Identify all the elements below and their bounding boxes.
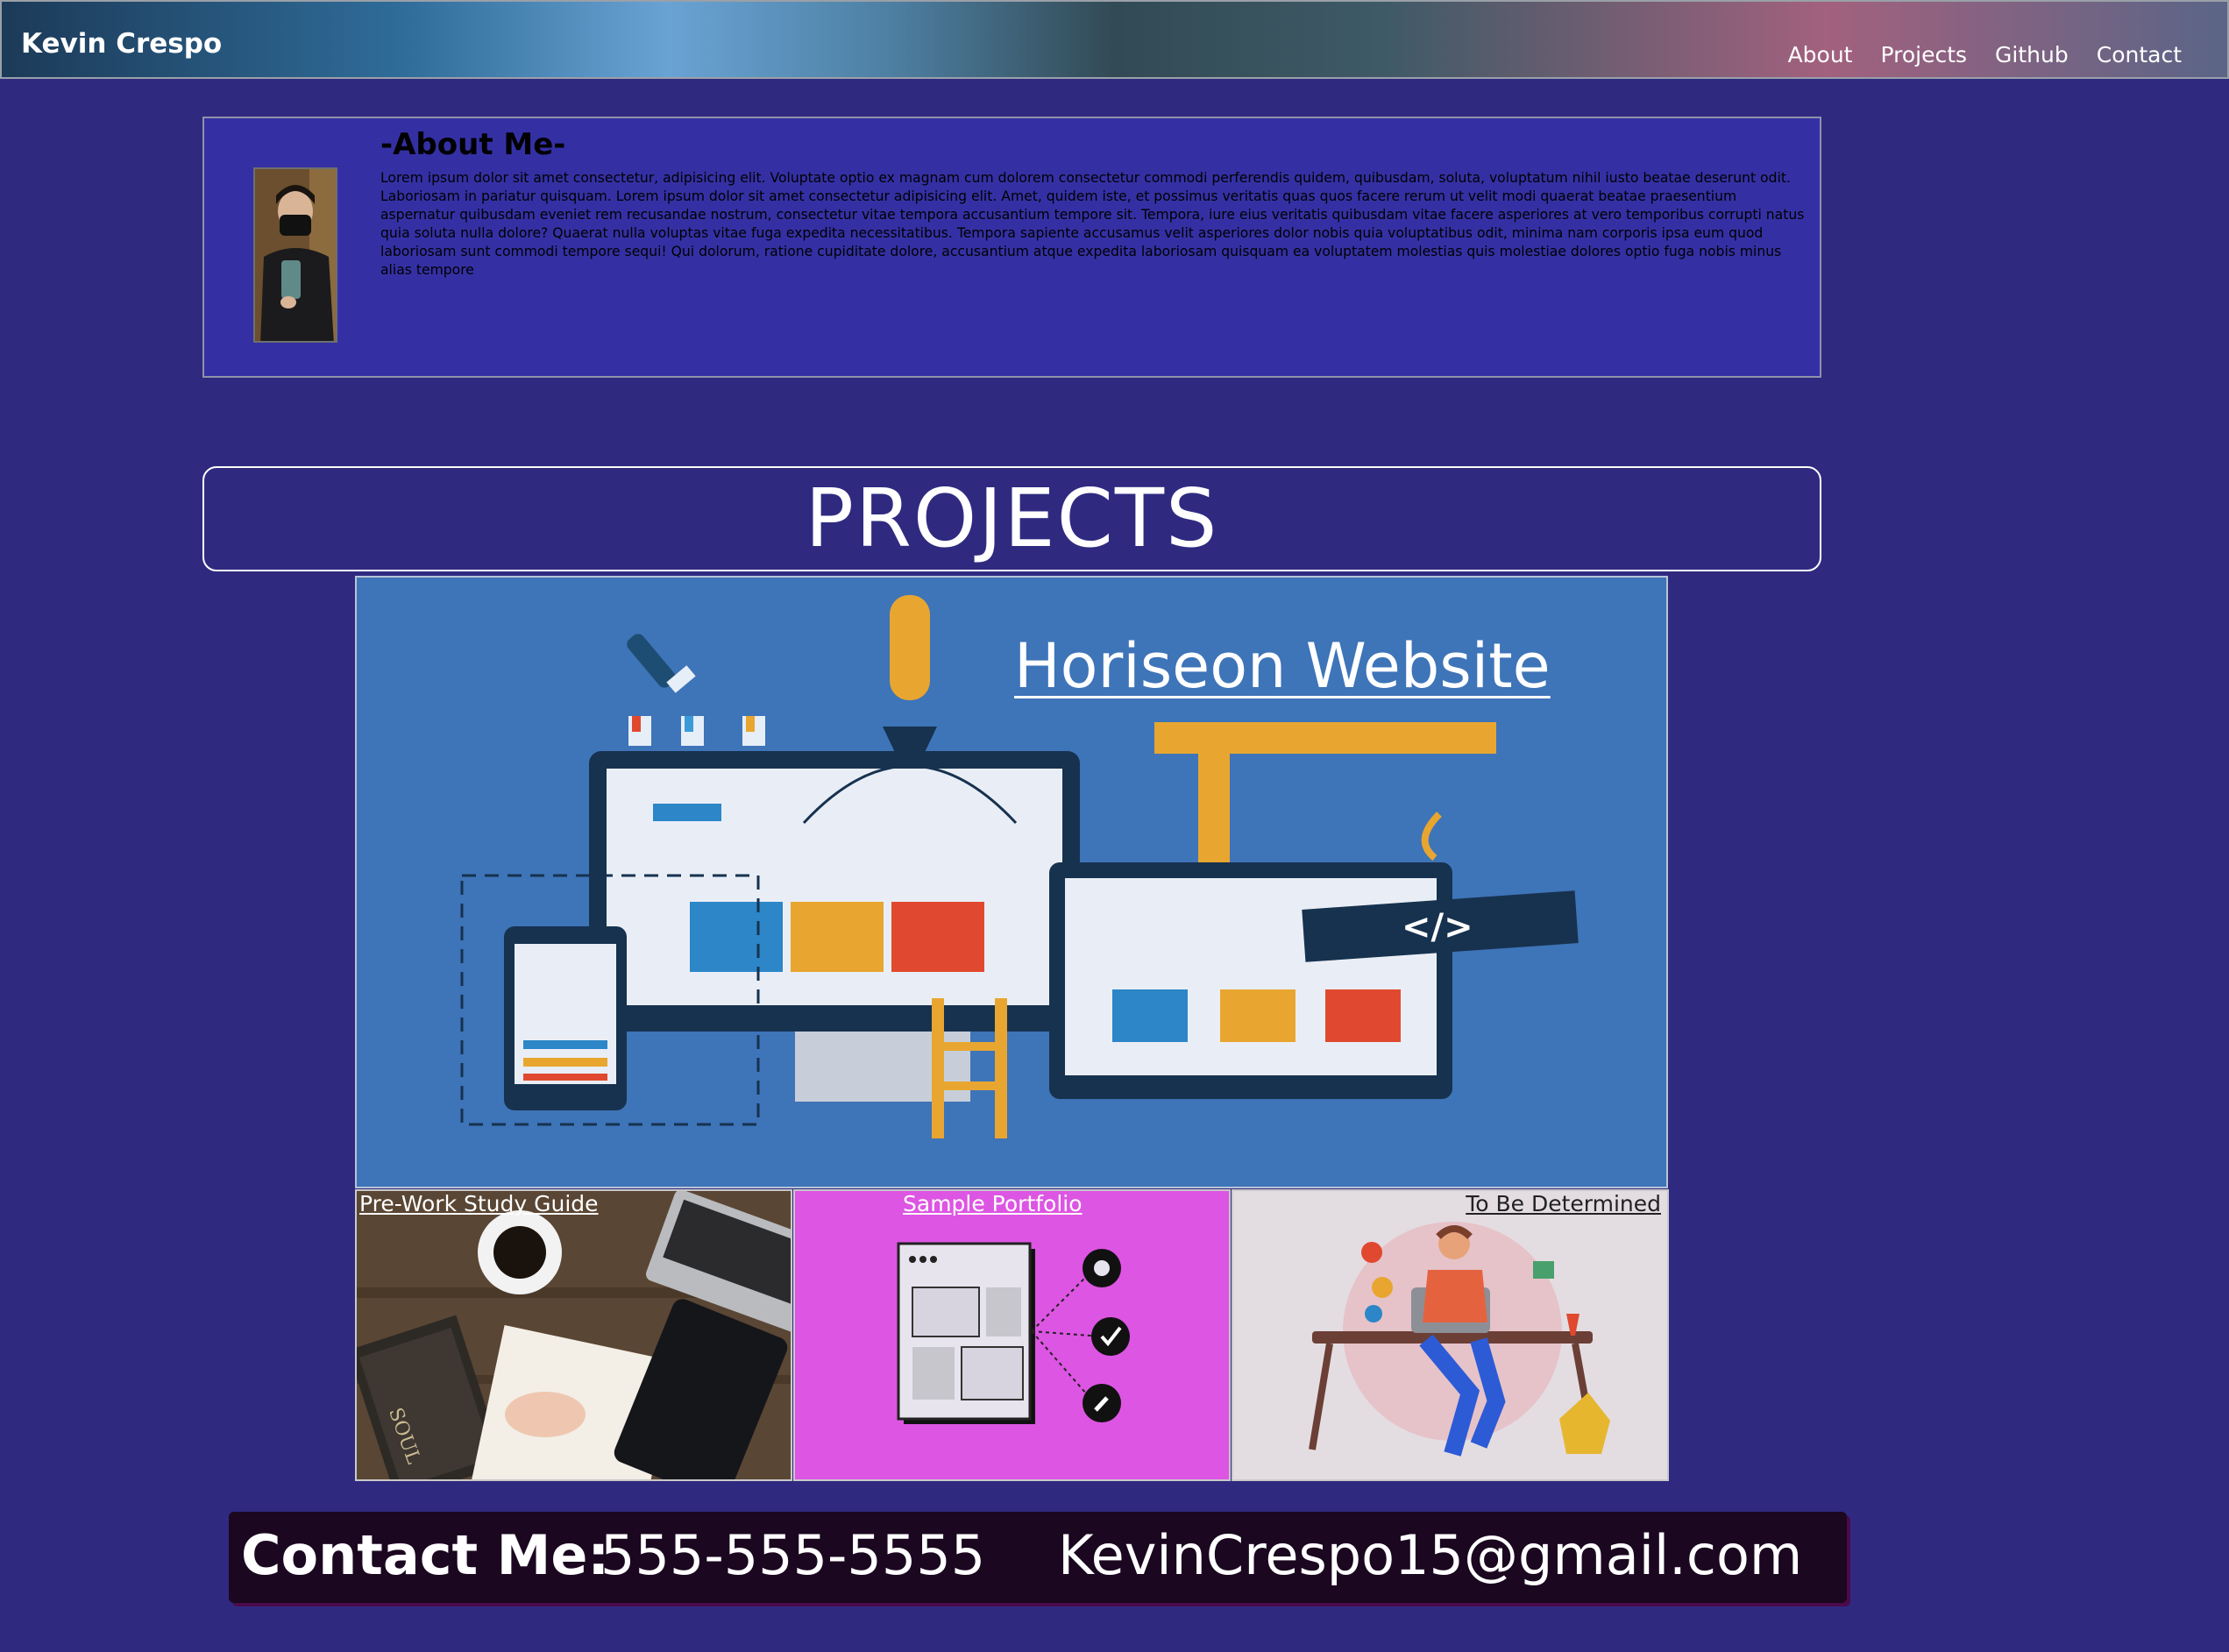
about-heading: -About Me-	[380, 127, 566, 162]
checkmark-icon	[1091, 1317, 1130, 1356]
profile-photo	[253, 167, 337, 343]
featured-project-card[interactable]: </> Horiseon Website	[355, 576, 1668, 1188]
gear-icon	[1083, 1249, 1121, 1287]
study-guide-link[interactable]: Pre-Work Study Guide	[359, 1191, 599, 1216]
project-tile-study-guide[interactable]: SOUL Pre-Work Study Guide	[355, 1189, 792, 1481]
site-brand[interactable]: Kevin Crespo	[21, 28, 222, 60]
code-badge-text: </>	[1402, 907, 1473, 947]
projects-heading-box: PROJECTS	[202, 466, 1821, 571]
about-section: -About Me- Lorem ipsum dolor sit amet co…	[202, 117, 1821, 378]
nav-projects-link[interactable]: Projects	[1880, 42, 1967, 67]
featured-project-title[interactable]: Horiseon Website	[1014, 630, 1551, 702]
wrench-icon	[1083, 1384, 1121, 1422]
developer-at-desk-illustration	[1309, 1222, 1610, 1457]
eyedropper-icon	[627, 634, 696, 693]
contact-label: Contact Me:	[241, 1523, 610, 1587]
main-nav: About Projects Github Contact	[1788, 42, 2182, 67]
portfolio-illustration	[897, 1242, 1130, 1424]
contact-email[interactable]: KevinCrespo15@gmail.com	[1058, 1521, 1802, 1591]
study-desk-photo: SOUL	[357, 1191, 791, 1479]
project-tile-tbd[interactable]: To Be Determined	[1232, 1189, 1669, 1481]
project-tile-portfolio[interactable]: Sample Portfolio	[793, 1189, 1231, 1481]
nav-about-link[interactable]: About	[1788, 42, 1853, 67]
nav-contact-link[interactable]: Contact	[2097, 42, 2182, 67]
contact-bar: Contact Me: 555-555-5555 KevinCrespo15@g…	[229, 1512, 1847, 1603]
tbd-project-link[interactable]: To Be Determined	[1466, 1191, 1661, 1216]
site-header: Kevin Crespo About Projects Github Conta…	[0, 0, 2229, 79]
about-text: Lorem ipsum dolor sit amet consectetur, …	[380, 170, 1805, 278]
projects-heading: PROJECTS	[805, 471, 1219, 565]
sample-portfolio-link[interactable]: Sample Portfolio	[903, 1191, 1083, 1216]
nav-github-link[interactable]: Github	[1995, 42, 2069, 67]
contact-phone[interactable]: 555-555-5555	[600, 1521, 985, 1591]
